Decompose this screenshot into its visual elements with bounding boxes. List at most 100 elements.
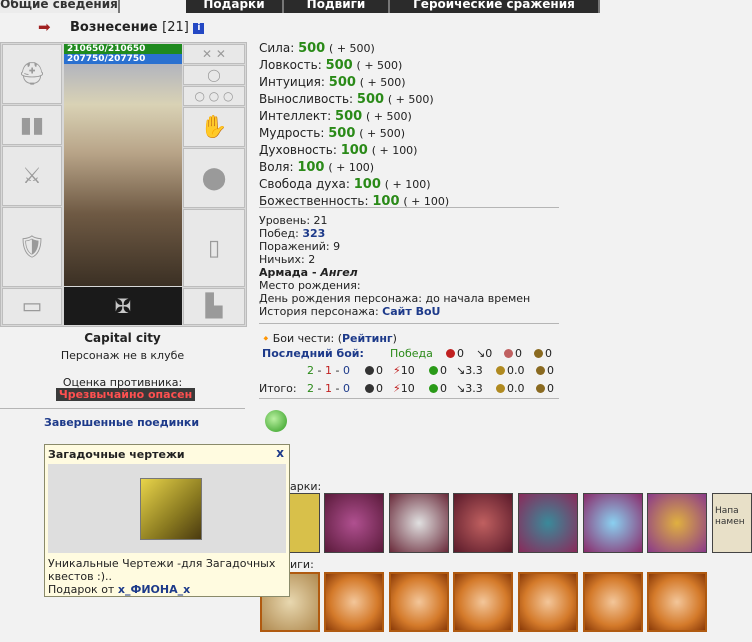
- character-info: Уровень: 21 Побед: 323 Поражений: 9 Ничь…: [259, 214, 530, 318]
- total-e: ↘3.3: [456, 382, 483, 395]
- stat-bonus: ( + 500): [356, 59, 403, 72]
- close-button[interactable]: x: [276, 446, 284, 460]
- honor-row: 🔸Бои чести: (Рейтинг): [259, 332, 397, 345]
- losses-num: 1: [324, 364, 332, 377]
- earrings-slot[interactable]: ✕ ✕: [183, 44, 245, 64]
- boots-slot[interactable]: ▙: [183, 288, 245, 325]
- armor-slot[interactable]: 🛡: [2, 207, 62, 287]
- tab-gifts[interactable]: Подарки: [186, 0, 284, 13]
- stat-num: 3.3: [465, 364, 483, 377]
- deed-item[interactable]: [518, 572, 578, 632]
- stat-value: 500: [335, 109, 363, 124]
- shield-slot[interactable]: ⬤: [183, 148, 245, 208]
- arrow-down-icon: ↘: [456, 364, 466, 377]
- wins-num: 2: [307, 382, 314, 395]
- history-row: История персонажа: Сайт BoU: [259, 305, 530, 318]
- deed-item[interactable]: [453, 572, 513, 632]
- gift-item[interactable]: [389, 493, 449, 553]
- info-icon[interactable]: i: [193, 23, 205, 34]
- deed-item[interactable]: [583, 572, 643, 632]
- stat-value: 500: [298, 41, 326, 56]
- stat-num: 0: [547, 382, 554, 395]
- helmet-slot[interactable]: ⛑: [2, 44, 62, 104]
- gift-item[interactable]: [324, 493, 384, 553]
- stat-name: Свобода духа:: [259, 177, 350, 191]
- divider: [259, 207, 559, 208]
- stat-row: Сила: 500 ( + 500): [259, 40, 449, 57]
- stat-bonus: ( + 100): [328, 161, 375, 174]
- gift-from-row: Подарок от x_ФИОНА_x: [48, 583, 289, 596]
- wins-value[interactable]: 323: [302, 227, 325, 240]
- stat-num: 0: [457, 347, 464, 360]
- gift-item[interactable]: [518, 493, 578, 553]
- gloves-slot[interactable]: ✋: [183, 107, 245, 147]
- gift-item[interactable]: [583, 493, 643, 553]
- stat-num: 0: [440, 364, 447, 377]
- divider: [0, 408, 245, 409]
- blueprint-image: [140, 478, 202, 540]
- stat-num: 0: [440, 382, 447, 395]
- amulet-slot[interactable]: ◯: [183, 65, 245, 85]
- completed-fights-link[interactable]: Завершенные поединки: [44, 416, 199, 429]
- character-level: [21]: [162, 20, 189, 35]
- character-doll: ⛑ ▮▮ ⚔ 🛡 ▭ 210650/210650 207750/207750 ✠…: [0, 42, 247, 327]
- legs-slot[interactable]: ▯: [183, 209, 245, 287]
- belt-slot[interactable]: ▭: [2, 288, 62, 325]
- stat-bonus: ( + 500): [387, 93, 434, 106]
- character-name: Вознесение: [70, 20, 158, 35]
- draws-num: 0: [342, 364, 350, 377]
- divider: [259, 323, 559, 324]
- total-f: 0.0: [496, 382, 525, 395]
- birthday-text: День рождения персонажа: до начала време…: [259, 292, 531, 305]
- city-name: Capital city: [84, 331, 161, 345]
- deed-item[interactable]: [389, 572, 449, 632]
- helmet-icon: [536, 366, 545, 375]
- rings-slot[interactable]: ○ ○ ○: [183, 86, 245, 106]
- tab-general[interactable]: Общие сведения: [0, 0, 120, 13]
- lightning-icon: ⚡: [393, 382, 401, 395]
- bracers-slot[interactable]: ▮▮: [2, 105, 62, 145]
- deed-item[interactable]: [647, 572, 707, 632]
- block-stat: 0: [534, 347, 552, 360]
- stat-a: 0: [365, 364, 383, 377]
- weapon-slot[interactable]: ⚔: [2, 146, 62, 206]
- stat-value: 500: [328, 126, 356, 141]
- stat-num: 0: [515, 347, 522, 360]
- shield-icon: [496, 384, 505, 393]
- arrow-down-icon: ↘: [476, 347, 486, 360]
- gift-item[interactable]: [647, 493, 707, 553]
- last-fight-text: Последний бой:: [262, 347, 364, 360]
- stat-row: Мудрость: 500 ( + 500): [259, 125, 449, 142]
- potion-icon[interactable]: [265, 410, 287, 432]
- tooltip-image-area: [48, 464, 286, 553]
- stat-name: Выносливость:: [259, 92, 354, 106]
- draws-text: Ничьих: 2: [259, 253, 316, 266]
- stat-c: 0: [429, 364, 447, 377]
- stat-bonus: ( + 100): [384, 178, 431, 191]
- tab-bar: Общие сведения Подарки Подвиги Героическ…: [0, 0, 752, 16]
- history-link[interactable]: Сайт BoU: [382, 305, 440, 318]
- stat-b: ⚡10: [393, 364, 415, 377]
- club-status: Персонаж не в клубе: [60, 349, 185, 362]
- history-label: История персонажа:: [259, 305, 383, 318]
- stat-f: 0.0: [496, 364, 525, 377]
- from-name[interactable]: x_ФИОНА_x: [118, 583, 190, 596]
- skull-icon: [446, 349, 455, 358]
- deed-item[interactable]: [324, 572, 384, 632]
- rating-link[interactable]: Рейтинг: [342, 332, 393, 345]
- stat-name: Божественность:: [259, 194, 369, 208]
- tab-heroic-battles[interactable]: Героические сражения: [390, 0, 600, 13]
- gift-item[interactable]: [453, 493, 513, 553]
- armada-label: Армада -: [259, 266, 321, 279]
- hit-stat: ↘0: [476, 347, 492, 360]
- losses-text: Поражений: 9: [259, 240, 341, 253]
- stat-value: 500: [356, 92, 385, 107]
- level-text: Уровень: 21: [259, 214, 328, 227]
- tab-deeds[interactable]: Подвиги: [284, 0, 390, 13]
- birthplace-text: Место рождения:: [259, 279, 361, 292]
- stat-num: 0: [547, 364, 554, 377]
- honor-end: ): [392, 332, 397, 345]
- gift-sign[interactable]: Напа намен: [712, 493, 752, 553]
- stat-value: 500: [328, 75, 356, 90]
- wins-row: Побед: 323: [259, 227, 530, 240]
